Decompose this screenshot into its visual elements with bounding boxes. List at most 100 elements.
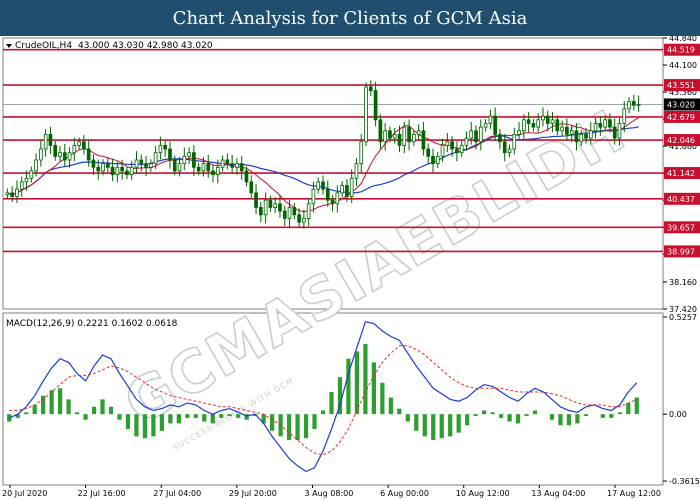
candle-body <box>560 126 564 132</box>
candle-body <box>474 130 478 143</box>
candle-body <box>101 163 105 172</box>
candle-body <box>77 141 81 146</box>
candle-body <box>445 141 450 146</box>
time-axis-label: 22 Jul 16:00 <box>78 489 126 498</box>
candle-body <box>464 137 469 146</box>
candle-body <box>502 141 507 154</box>
candle-body <box>110 166 115 175</box>
price-axis-label: 44.840 <box>669 36 697 43</box>
candle-body <box>172 159 177 172</box>
candle-body <box>598 123 603 128</box>
candle-body <box>368 86 373 91</box>
candle-body <box>550 119 555 124</box>
time-axis-label: 17 Aug 12:00 <box>607 489 661 498</box>
candle-body <box>196 166 201 172</box>
chart-area: GCMASIAEBLIDHSUCCESS BEGINS WITH GCM 44.… <box>2 36 700 498</box>
candle-body <box>244 170 249 183</box>
level-label: 41.142 <box>667 169 695 178</box>
candle-body <box>359 141 364 165</box>
candle-body <box>254 192 258 208</box>
candle-body <box>263 199 268 216</box>
candle-body <box>631 101 636 106</box>
candle-body <box>455 148 459 154</box>
candle-body <box>43 134 48 150</box>
candle-body <box>612 126 617 139</box>
candle-body <box>134 159 139 168</box>
candle-body <box>120 166 124 172</box>
candle-body <box>435 155 440 165</box>
level-label: 44.519 <box>667 46 695 55</box>
candle-body <box>187 152 191 157</box>
candle-body <box>378 119 383 143</box>
page-title: Chart Analysis for Clients of GCM Asia <box>172 7 528 29</box>
candle-body <box>235 163 239 168</box>
candle-body <box>129 166 134 175</box>
level-label: 40.437 <box>667 195 695 204</box>
candle-body <box>541 115 545 121</box>
candle-body <box>579 134 584 143</box>
candle-body <box>115 166 120 175</box>
candle-body <box>522 119 526 132</box>
candle-body <box>249 181 254 194</box>
time-axis-label: 3 Aug 08:00 <box>305 489 354 498</box>
candle-body <box>62 152 67 161</box>
level-label: 43.551 <box>667 81 695 90</box>
candle-body <box>258 207 263 216</box>
candle-body <box>383 130 388 143</box>
candle-body <box>220 159 225 168</box>
title-banner: Chart Analysis for Clients of GCM Asia <box>0 0 700 36</box>
candle-body <box>565 126 569 135</box>
candle-body <box>48 134 53 146</box>
candle-body <box>493 115 497 135</box>
candle-body <box>349 177 354 197</box>
macd-axis-label: -0.3615 <box>669 477 700 486</box>
candle-body <box>67 152 72 161</box>
candle-body <box>316 181 321 190</box>
candle-body <box>225 159 230 165</box>
macd-title: MACD(12,26,9) 0.2221 0.1602 0.0618 <box>6 319 178 329</box>
macd-axis-label: 0.5257 <box>669 313 697 322</box>
candle-body <box>325 188 330 201</box>
level-label: 42.046 <box>667 136 695 145</box>
candle-body <box>636 104 641 106</box>
candle-body <box>498 134 502 143</box>
candle-body <box>431 155 435 165</box>
candle-body <box>72 144 77 154</box>
candle-body <box>192 152 196 168</box>
candle-body <box>158 144 163 154</box>
candle-body <box>517 130 521 135</box>
candle-body <box>311 188 316 205</box>
candle-body <box>426 148 431 157</box>
candle-body <box>459 144 464 154</box>
candle-body <box>58 152 62 157</box>
candle-body <box>617 123 622 139</box>
candle-body <box>96 166 101 172</box>
candle-body <box>407 126 411 143</box>
candle-body <box>531 123 536 128</box>
candle-body <box>608 119 612 128</box>
level-label: 42.679 <box>667 113 695 122</box>
candle-body <box>507 148 512 154</box>
candle-body <box>574 130 579 143</box>
candle-body <box>230 163 234 168</box>
candle-body <box>268 199 273 208</box>
time-axis-label: 6 Aug 00:00 <box>380 489 429 498</box>
candle-body <box>215 166 220 175</box>
candle-body <box>388 130 392 139</box>
candle-body <box>29 170 34 179</box>
candle-body <box>603 119 607 128</box>
candle-body <box>53 144 58 157</box>
candle-body <box>306 203 311 219</box>
candle-body <box>239 163 244 172</box>
price-axis-label: 44.100 <box>669 61 697 70</box>
candle-body <box>139 159 144 165</box>
candle-body <box>622 108 627 124</box>
candle-body <box>292 207 297 216</box>
candle-body <box>545 115 550 124</box>
candle-body <box>163 144 168 150</box>
candle-body <box>593 123 598 132</box>
time-axis-label: 27 Jul 04:00 <box>153 489 201 498</box>
candle-body <box>321 181 325 190</box>
candle-body <box>364 86 368 143</box>
candle-body <box>478 126 483 143</box>
